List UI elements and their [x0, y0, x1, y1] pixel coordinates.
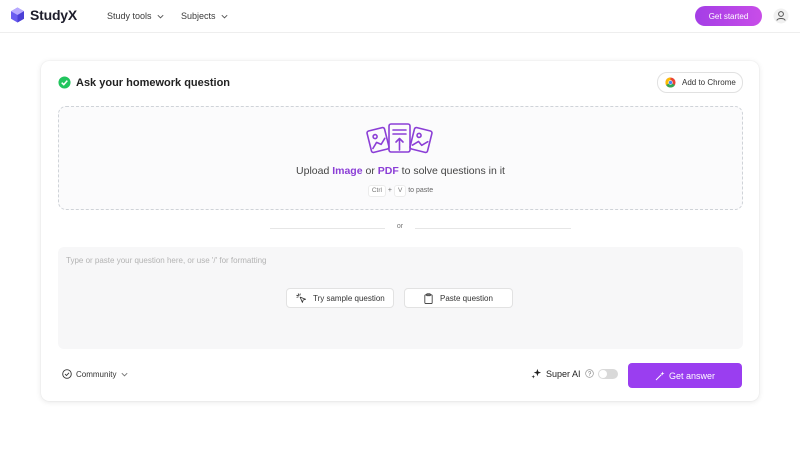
super-ai-toggle[interactable] [597, 368, 618, 379]
kbd-plus: + [387, 187, 392, 194]
sparkle-icon [531, 368, 542, 379]
divider-line-right [415, 228, 571, 229]
question-input[interactable]: Type or paste your question here, or use… [58, 247, 743, 349]
super-ai-label: Super AI [546, 368, 581, 379]
add-to-chrome-label: Add to Chrome [682, 78, 736, 87]
pointer-click-icon [296, 292, 307, 303]
get-answer-label: Get answer [668, 370, 716, 381]
nav-study-tools-label: Study tools [107, 11, 152, 21]
upload-pdf-link[interactable]: PDF [378, 165, 399, 177]
upload-dropzone[interactable]: Upload Image or PDF to solve questions i… [58, 106, 743, 210]
super-ai-control: Super AI [531, 368, 618, 379]
brand-name: StudyX [30, 7, 78, 23]
upload-instruction: Upload Image or PDF to solve questions i… [59, 165, 742, 177]
chrome-icon [665, 77, 676, 88]
or-divider: or [41, 222, 759, 234]
chevron-down-icon [221, 14, 228, 18]
top-bar: StudyX Study tools Subjects Get started [0, 0, 800, 33]
check-circle-outline-icon [62, 369, 72, 379]
question-placeholder: Type or paste your question here, or use… [66, 256, 267, 265]
toggle-knob [598, 369, 607, 378]
paste-question-label: Paste question [440, 293, 493, 303]
get-started-button[interactable]: Get started [695, 6, 762, 26]
help-icon[interactable] [584, 369, 594, 378]
card-header: Ask your homework question [58, 76, 230, 89]
paste-question-button[interactable]: Paste question [404, 288, 513, 308]
upload-suffix: to solve questions in it [398, 165, 505, 177]
paste-hint-text: to paste [408, 187, 434, 194]
nav-subjects[interactable]: Subjects [181, 11, 229, 21]
add-to-chrome-button[interactable]: Add to Chrome [657, 72, 743, 93]
upload-image-link[interactable]: Image [332, 165, 362, 177]
kbd-v: V [393, 185, 407, 197]
divider-line-left [270, 228, 385, 229]
get-answer-button[interactable]: Get answer [628, 363, 742, 388]
try-sample-label: Try sample question [313, 293, 385, 303]
paste-shortcut-hint: Ctrl + V to paste [59, 185, 742, 197]
or-label: or [396, 223, 404, 230]
community-dropdown[interactable]: Community [62, 369, 129, 379]
chevron-down-icon [157, 14, 164, 18]
nav-subjects-label: Subjects [181, 11, 216, 21]
chevron-down-icon [121, 372, 128, 376]
nav-study-tools[interactable]: Study tools [107, 11, 165, 21]
upload-prefix: Upload [296, 165, 333, 177]
clipboard-icon [424, 292, 433, 304]
upload-or: or [362, 165, 378, 177]
card-title: Ask your homework question [76, 76, 231, 89]
check-circle-icon [58, 76, 71, 89]
logo[interactable]: StudyX [10, 7, 77, 23]
magic-wand-icon [655, 371, 665, 380]
studyx-logo-icon [11, 7, 24, 23]
kbd-ctrl: Ctrl [367, 185, 386, 197]
upload-files-icon [366, 123, 433, 154]
community-label: Community [76, 369, 117, 379]
ask-question-card: Ask your homework question Add to Chrome [41, 61, 759, 401]
try-sample-question-button[interactable]: Try sample question [286, 288, 394, 308]
user-icon[interactable] [773, 8, 789, 24]
